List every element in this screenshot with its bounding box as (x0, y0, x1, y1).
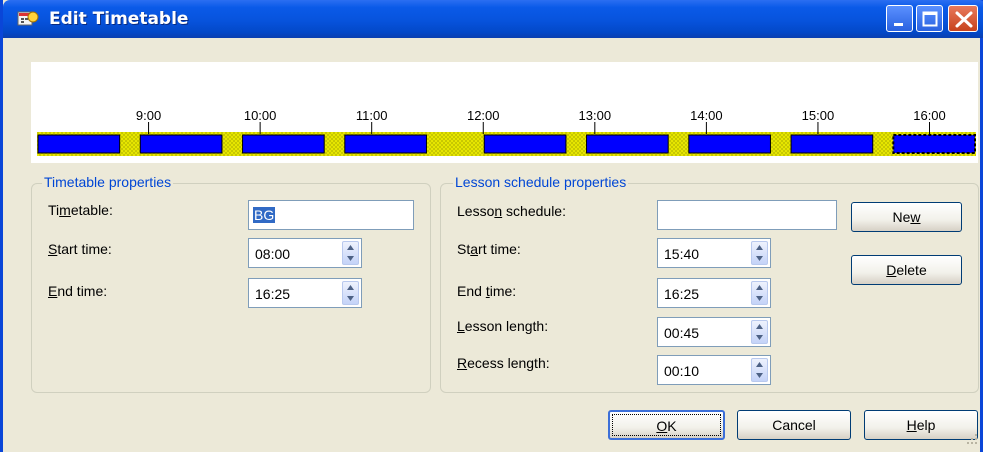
recess-block[interactable] (566, 132, 586, 156)
recess-block[interactable] (325, 132, 344, 156)
spinner-arrows-icon[interactable] (751, 281, 768, 305)
lesson-schedule-properties-legend: Lesson schedule properties (453, 174, 629, 190)
timeline-tick-label: 15:00 (802, 108, 835, 123)
timetable-start-time-spinner[interactable]: 08:00 (248, 238, 362, 268)
maximize-icon (922, 11, 938, 27)
end-time-label: End time: (48, 283, 108, 299)
cancel-button[interactable]: Cancel (737, 410, 851, 440)
lesson-block[interactable] (483, 134, 567, 154)
lesson-length-spinner[interactable]: 00:45 (657, 317, 771, 347)
lesson-start-time-label: Start time: (457, 241, 521, 257)
title-bar[interactable]: Edit Timetable (3, 0, 983, 38)
timeline-bar[interactable]: 9:00 10:00 11:00 12:00 13:00 14:00 15:00 16:00 (31, 62, 978, 163)
timetable-end-time-spinner[interactable]: 16:25 (248, 278, 362, 308)
recess-length-label: Recess length: (457, 355, 550, 371)
start-time-label: Start time: (48, 241, 112, 257)
lesson-block[interactable] (242, 134, 325, 154)
spinner-arrows-icon[interactable] (751, 241, 768, 265)
lesson-block[interactable] (892, 134, 976, 154)
ok-button[interactable]: OK (608, 410, 725, 440)
new-button[interactable]: New (851, 202, 962, 232)
spinner-arrows-icon[interactable] (751, 358, 768, 382)
timetable-label: Timetable: (48, 202, 113, 218)
lesson-block[interactable] (586, 134, 669, 154)
lesson-block[interactable] (139, 134, 223, 154)
lesson-schedule-label: Lesson schedule: (457, 203, 566, 219)
maximize-button[interactable] (916, 5, 943, 32)
spinner-arrows-icon[interactable] (342, 241, 359, 265)
timeline-tick-label: 9:00 (136, 108, 161, 123)
timeline-tick-label: 11:00 (356, 108, 388, 123)
recess-block[interactable] (222, 132, 242, 156)
timeline-tick-label: 10:00 (244, 108, 277, 123)
help-button[interactable]: Help (864, 410, 978, 440)
recess-block[interactable] (120, 132, 140, 156)
recess-block[interactable] (427, 132, 484, 156)
recess-block[interactable] (771, 132, 791, 156)
spinner-arrows-icon[interactable] (342, 281, 359, 305)
delete-button[interactable]: Delete (851, 255, 962, 285)
lesson-block[interactable] (790, 134, 874, 154)
minimize-icon (894, 23, 903, 26)
lesson-start-time-spinner[interactable]: 15:40 (657, 238, 771, 268)
window-title: Edit Timetable (49, 9, 189, 29)
timeline-tick-label: 12:00 (467, 108, 500, 123)
timeline-tick-label: 13:00 (579, 108, 612, 123)
resize-grip-icon[interactable] (963, 432, 979, 446)
close-icon (955, 11, 973, 28)
timeline-tick-label: 14:00 (690, 108, 723, 123)
lesson-end-time-label: End time: (457, 283, 517, 299)
lesson-block[interactable] (688, 134, 771, 154)
recess-block[interactable] (873, 132, 893, 156)
lesson-schedule-input[interactable] (657, 200, 837, 230)
lesson-block[interactable] (37, 134, 121, 154)
timeline-tick-label: 16:00 (913, 108, 946, 123)
lesson-end-time-spinner[interactable]: 16:25 (657, 278, 771, 308)
edit-timetable-dialog: Edit Timetable 9:00 10:00 11:00 12:00 13:00 1… (0, 0, 983, 452)
lesson-block[interactable] (344, 134, 427, 154)
close-button[interactable] (948, 5, 978, 32)
app-icon (17, 9, 39, 29)
timetable-name-input[interactable]: BG (248, 200, 414, 230)
minimize-button[interactable] (886, 5, 913, 32)
timeline-chart[interactable]: 9:00 10:00 11:00 12:00 13:00 14:00 15:00 16:00 (31, 62, 978, 163)
recess-block[interactable] (669, 132, 688, 156)
spinner-arrows-icon[interactable] (751, 320, 768, 344)
lesson-length-label: Lesson length: (457, 318, 549, 334)
recess-length-spinner[interactable]: 00:10 (657, 355, 771, 385)
timetable-properties-legend: Timetable properties (42, 174, 174, 190)
